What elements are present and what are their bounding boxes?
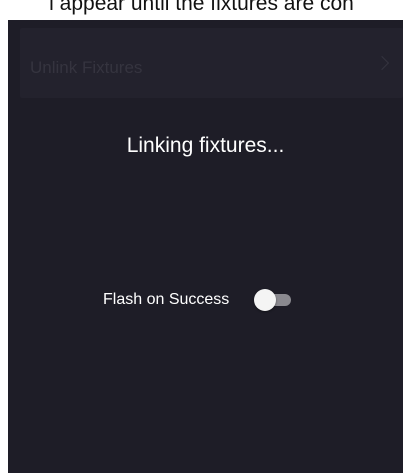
unlink-fixtures-row[interactable]: Unlink Fixtures	[20, 28, 403, 98]
linking-status-text: Linking fixtures...	[126, 134, 285, 157]
flash-on-success-row: Flash on Success	[103, 288, 294, 312]
flash-on-success-label: Flash on Success	[103, 291, 230, 308]
unlink-fixtures-label: Unlink Fixtures	[30, 58, 143, 77]
chevron-right-icon	[374, 55, 390, 71]
linking-dialog: Unlink Fixtures Linking fixtures... Flas…	[8, 20, 403, 473]
flash-on-success-toggle[interactable]	[254, 289, 294, 311]
toggle-thumb[interactable]	[254, 289, 277, 311]
page: l appear until the fixtures are con Unli…	[0, 0, 403, 473]
cut-off-instruction-text: l appear until the fixtures are con	[49, 0, 354, 15]
